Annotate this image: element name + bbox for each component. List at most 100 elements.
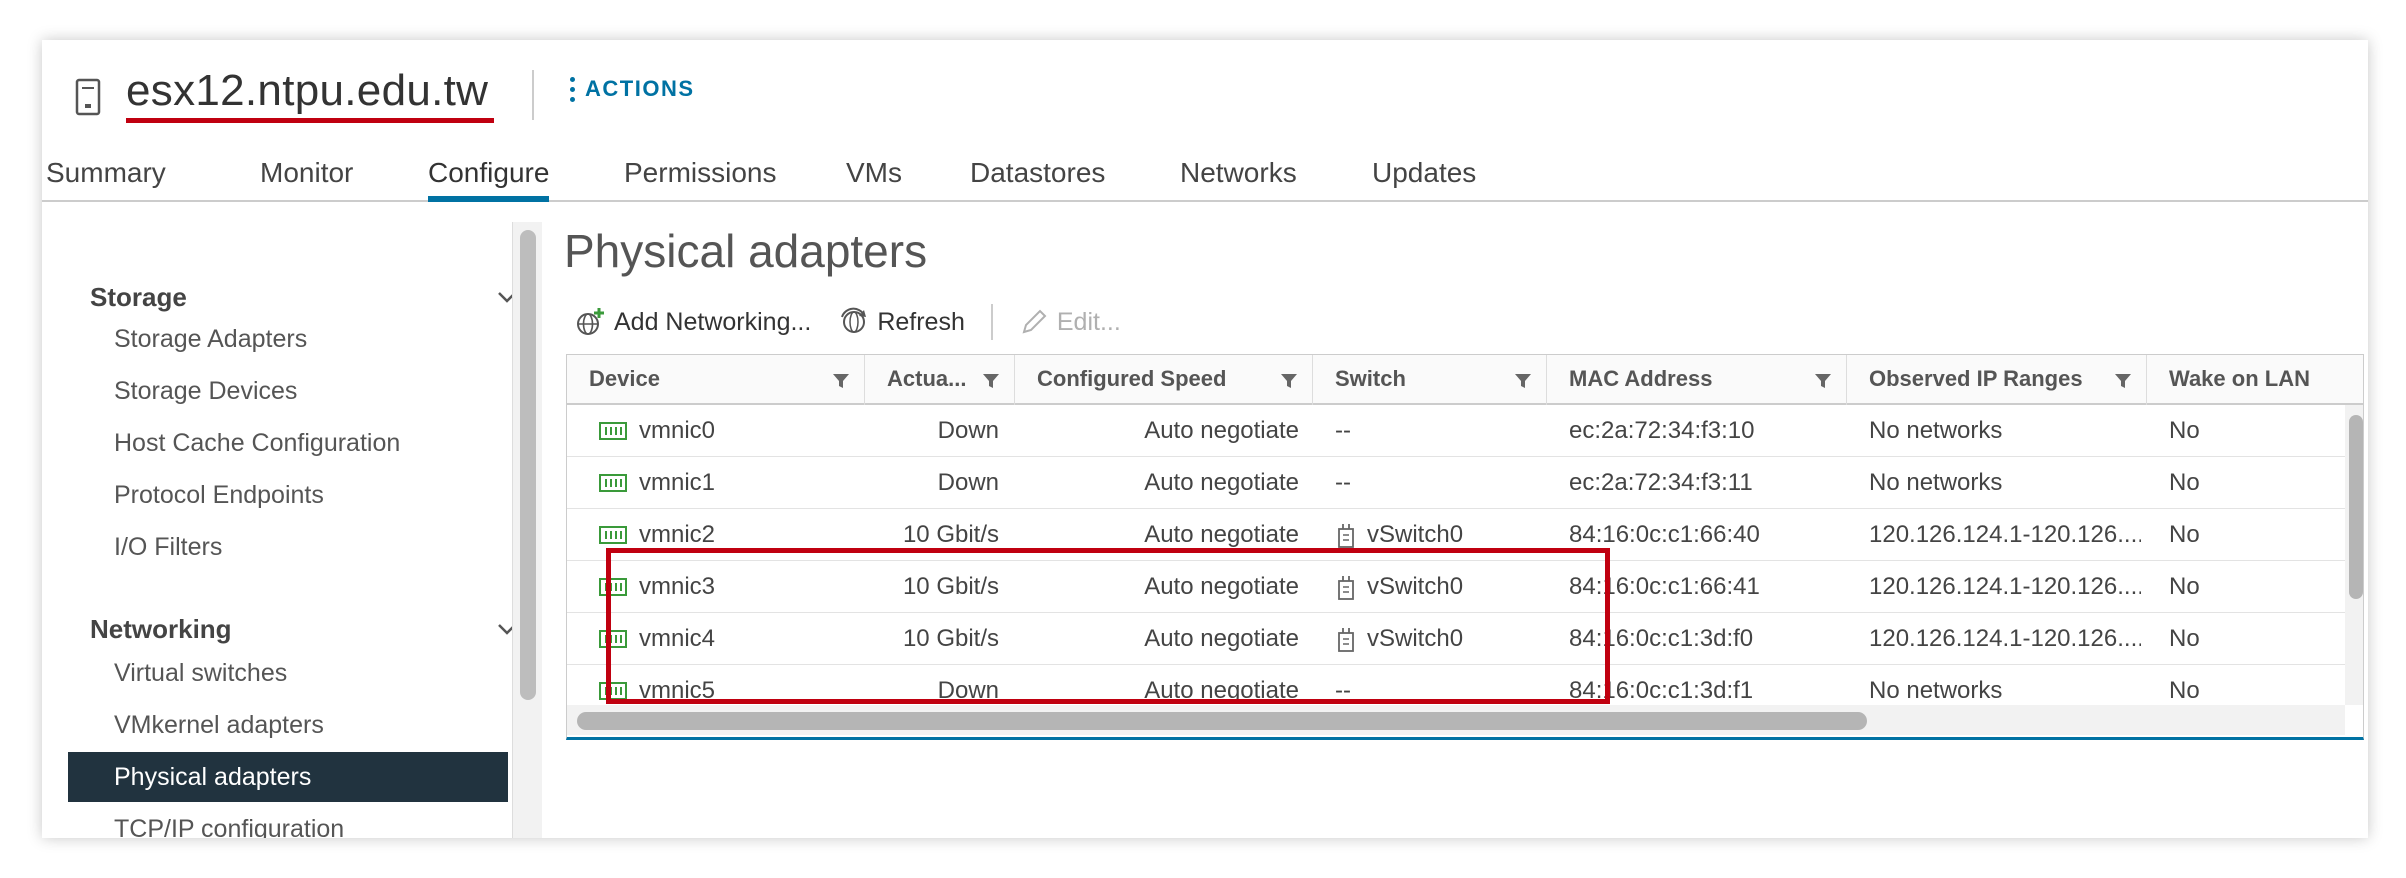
filter-icon[interactable] bbox=[1514, 373, 1532, 389]
table-row[interactable]: vmnic2 10 Gbit/s Auto negotiate vSwitch0… bbox=[567, 509, 2345, 561]
network-adapter-icon bbox=[599, 422, 627, 440]
cell-wake-on-lan: No bbox=[2169, 521, 2200, 548]
cell-mac-address: ec:2a:72:34:f3:10 bbox=[1569, 417, 1755, 444]
column-header-device[interactable]: Device bbox=[567, 355, 865, 405]
page-title: Physical adapters bbox=[564, 225, 928, 277]
grid-header: Device Actua... Configured Speed Switch … bbox=[567, 355, 2363, 405]
sidebar-item-virtual-switches[interactable]: Virtual switches bbox=[68, 648, 508, 698]
cell-configured-speed: Auto negotiate bbox=[1144, 417, 1299, 444]
switch-label: vSwitch0 bbox=[1367, 573, 1464, 600]
column-label: Device bbox=[589, 366, 660, 391]
cell-switch: vSwitch0 bbox=[1335, 509, 1535, 561]
cell-observed-ip-ranges: No networks bbox=[1869, 469, 2003, 496]
filter-icon[interactable] bbox=[2114, 373, 2132, 389]
cell-wake-on-lan: No bbox=[2169, 417, 2200, 444]
cell-device: vmnic2 bbox=[639, 521, 716, 548]
column-label: MAC Address bbox=[1569, 366, 1713, 391]
host-configure-panel: esx12.ntpu.edu.tw ACTIONS Summary Monito… bbox=[42, 40, 2368, 838]
column-header-wake-on-lan[interactable]: Wake on LAN bbox=[2147, 355, 2363, 405]
virtual-switch-icon bbox=[1338, 627, 1354, 652]
sidebar-item-physical-adapters[interactable]: Physical adapters bbox=[68, 752, 508, 802]
cell-observed-ip-ranges: No networks bbox=[1869, 417, 2003, 444]
refresh-icon bbox=[841, 307, 867, 333]
cell-observed-ip-ranges: 120.126.124.1-120.126.... bbox=[1869, 573, 2141, 600]
tab-vms[interactable]: VMs bbox=[846, 152, 902, 202]
tab-bar: Summary Monitor Configure Permissions VM… bbox=[42, 152, 2368, 202]
column-header-mac-address[interactable]: MAC Address bbox=[1547, 355, 1847, 405]
grid-vertical-scrollbar-thumb[interactable] bbox=[2349, 415, 2363, 599]
cell-configured-speed: Auto negotiate bbox=[1144, 573, 1299, 600]
sidebar-scrollbar-thumb[interactable] bbox=[520, 230, 536, 700]
table-row[interactable]: vmnic3 10 Gbit/s Auto negotiate vSwitch0… bbox=[567, 561, 2345, 613]
cell-mac-address: 84:16:0c:c1:66:40 bbox=[1569, 521, 1760, 548]
tab-updates[interactable]: Updates bbox=[1372, 152, 1476, 202]
cell-observed-ip-ranges: 120.126.124.1-120.126.... bbox=[1869, 521, 2141, 548]
table-row[interactable]: vmnic1 Down Auto negotiate -- ec:2a:72:3… bbox=[567, 457, 2345, 509]
sidebar-item-host-cache-configuration[interactable]: Host Cache Configuration bbox=[68, 418, 508, 468]
add-networking-label: Add Networking... bbox=[614, 307, 812, 336]
host-server-icon bbox=[75, 78, 101, 116]
cell-device: vmnic0 bbox=[639, 417, 716, 444]
sidebar-item-storage-adapters[interactable]: Storage Adapters bbox=[68, 314, 508, 364]
cell-mac-address: 84:16:0c:c1:3d:f0 bbox=[1569, 625, 1754, 652]
column-header-configured-speed[interactable]: Configured Speed bbox=[1015, 355, 1313, 405]
column-label: Actua... bbox=[887, 366, 967, 391]
cell-switch: -- bbox=[1335, 457, 1535, 509]
cell-wake-on-lan: No bbox=[2169, 573, 2200, 600]
refresh-button[interactable]: Refresh bbox=[839, 307, 965, 337]
add-networking-icon bbox=[577, 308, 604, 335]
table-row[interactable]: vmnic0 Down Auto negotiate -- ec:2a:72:3… bbox=[567, 405, 2345, 457]
sidebar-item-tcpip-configuration[interactable]: TCP/IP configuration bbox=[68, 804, 508, 838]
refresh-label: Refresh bbox=[877, 307, 965, 336]
vertical-ellipsis-icon bbox=[570, 76, 575, 102]
cell-configured-speed: Auto negotiate bbox=[1144, 469, 1299, 496]
column-label: Wake on LAN bbox=[2169, 366, 2310, 391]
filter-icon[interactable] bbox=[1814, 373, 1832, 389]
switch-label: vSwitch0 bbox=[1367, 625, 1464, 652]
tab-permissions[interactable]: Permissions bbox=[624, 152, 776, 202]
column-header-observed-ip-ranges[interactable]: Observed IP Ranges bbox=[1847, 355, 2147, 405]
table-row[interactable]: vmnic4 10 Gbit/s Auto negotiate vSwitch0… bbox=[567, 613, 2345, 665]
cell-configured-speed: Auto negotiate bbox=[1144, 521, 1299, 548]
tab-configure[interactable]: Configure bbox=[428, 152, 550, 202]
tab-monitor[interactable]: Monitor bbox=[260, 152, 353, 202]
configure-sidebar: Storage Storage Adapters Storage Devices… bbox=[42, 222, 542, 838]
network-adapter-icon bbox=[599, 526, 627, 544]
network-adapter-icon bbox=[599, 578, 627, 596]
grid-horizontal-scrollbar-thumb[interactable] bbox=[577, 712, 1867, 730]
tab-datastores[interactable]: Datastores bbox=[970, 152, 1105, 202]
filter-icon[interactable] bbox=[832, 373, 850, 389]
cell-switch: -- bbox=[1335, 405, 1535, 457]
cell-mac-address: 84:16:0c:c1:66:41 bbox=[1569, 573, 1760, 600]
edit-label: Edit... bbox=[1056, 307, 1121, 336]
filter-icon[interactable] bbox=[982, 373, 1000, 389]
sidebar-item-storage-devices[interactable]: Storage Devices bbox=[68, 366, 508, 416]
cell-wake-on-lan: No bbox=[2169, 469, 2200, 496]
cell-device: vmnic3 bbox=[639, 573, 716, 600]
cell-actual-speed: 10 Gbit/s bbox=[902, 573, 999, 600]
sidebar-group-label: Networking bbox=[90, 614, 232, 644]
filter-icon[interactable] bbox=[1280, 373, 1298, 389]
cell-device: vmnic1 bbox=[639, 469, 716, 496]
tab-summary[interactable]: Summary bbox=[46, 152, 166, 202]
tab-networks[interactable]: Networks bbox=[1180, 152, 1297, 202]
toolbar-separator bbox=[990, 304, 993, 340]
edit-button[interactable]: Edit... bbox=[1019, 307, 1121, 337]
switch-label: vSwitch0 bbox=[1367, 521, 1464, 548]
column-header-actual-speed[interactable]: Actua... bbox=[865, 355, 1015, 405]
sidebar-group-label: Storage bbox=[90, 282, 187, 312]
cell-configured-speed: Auto negotiate bbox=[1144, 625, 1299, 652]
switch-label: -- bbox=[1335, 417, 1351, 444]
actions-label: ACTIONS bbox=[585, 76, 695, 101]
cell-wake-on-lan: No bbox=[2169, 625, 2200, 652]
virtual-switch-icon bbox=[1338, 523, 1354, 548]
column-header-switch[interactable]: Switch bbox=[1313, 355, 1547, 405]
sidebar-item-io-filters[interactable]: I/O Filters bbox=[68, 522, 508, 572]
add-networking-button[interactable]: Add Networking... bbox=[574, 306, 811, 338]
sidebar-item-protocol-endpoints[interactable]: Protocol Endpoints bbox=[68, 470, 508, 520]
switch-label: -- bbox=[1335, 469, 1351, 496]
sidebar-item-vmkernel-adapters[interactable]: VMkernel adapters bbox=[68, 700, 508, 750]
network-adapter-icon bbox=[599, 630, 627, 648]
actions-menu-button[interactable]: ACTIONS bbox=[570, 76, 695, 102]
cell-actual-speed: 10 Gbit/s bbox=[902, 521, 999, 548]
